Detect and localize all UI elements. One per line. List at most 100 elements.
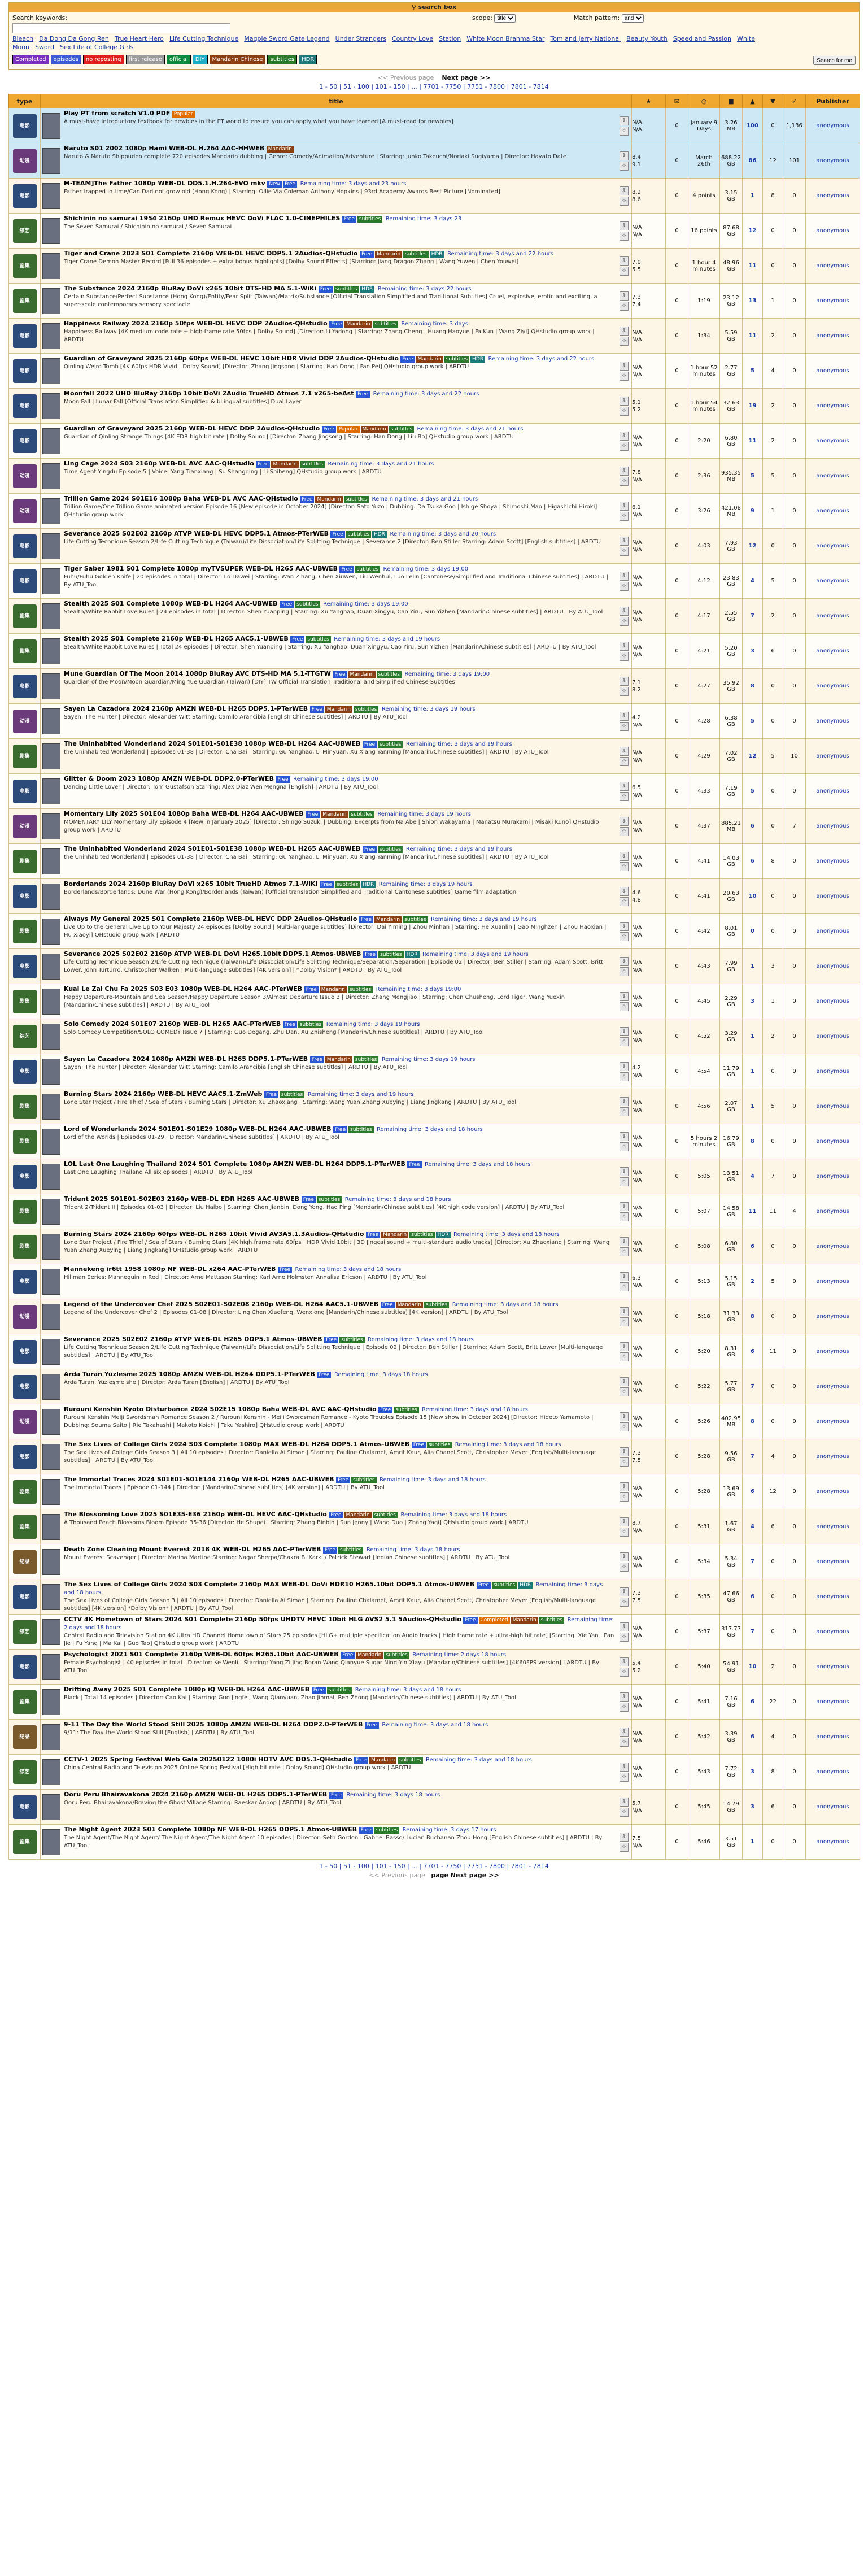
suggested-keyword-link[interactable]: Sword: [35, 43, 54, 51]
category-icon[interactable]: 动漫: [12, 464, 37, 488]
download-icon[interactable]: ⇩: [620, 676, 629, 686]
download-icon[interactable]: ⇩: [620, 641, 629, 651]
download-icon[interactable]: ⇩: [620, 1727, 629, 1737]
category-icon[interactable]: 电影: [12, 884, 37, 908]
comments-count[interactable]: 0: [665, 773, 688, 809]
torrent-title-link[interactable]: CCTV-1 2025 Spring Festival Web Gala 202…: [64, 1756, 352, 1763]
leechers-count[interactable]: 0: [762, 1544, 783, 1579]
suggested-keyword-link[interactable]: Da Dong Da Gong Ren: [39, 35, 109, 42]
bookmark-icon[interactable]: ☆: [620, 616, 629, 626]
seeders-count[interactable]: 3: [742, 984, 763, 1019]
torrent-title-link[interactable]: The Uninhabited Wonderland 2024 S01E01-S…: [64, 740, 360, 747]
category-icon[interactable]: 电影: [12, 1444, 37, 1469]
seeders-count[interactable]: 12: [742, 213, 763, 249]
torrent-title-link[interactable]: The Substance 2024 2160p BluRay DoVi x26…: [64, 285, 316, 292]
download-icon[interactable]: ⇩: [620, 361, 629, 371]
leechers-count[interactable]: 0: [762, 668, 783, 704]
bookmark-icon[interactable]: ☆: [620, 686, 629, 696]
download-icon[interactable]: ⇩: [620, 991, 629, 1001]
seeders-count[interactable]: 10: [742, 878, 763, 914]
download-icon[interactable]: ⇩: [620, 466, 629, 476]
download-icon[interactable]: ⇩: [620, 1061, 629, 1071]
seeders-count[interactable]: 8: [742, 1299, 763, 1334]
bookmark-icon[interactable]: ☆: [620, 161, 629, 171]
leechers-count[interactable]: 4: [762, 1719, 783, 1755]
download-icon[interactable]: ⇩: [620, 1307, 629, 1316]
next-page-link[interactable]: Next page >>: [442, 74, 490, 81]
download-icon[interactable]: ⇩: [620, 326, 629, 336]
download-icon[interactable]: ⇩: [620, 501, 629, 511]
torrent-title-link[interactable]: The Sex Lives of College Girls 2024 S03 …: [64, 1581, 474, 1588]
bookmark-icon[interactable]: ☆: [620, 721, 629, 731]
completed-count[interactable]: 0: [783, 178, 806, 214]
torrent-title-link[interactable]: Happiness Railway 2024 2160p 50fps WEB-D…: [64, 320, 328, 327]
bookmark-icon[interactable]: ☆: [620, 1492, 629, 1502]
leechers-count[interactable]: 12: [762, 1474, 783, 1509]
leechers-count[interactable]: 6: [762, 1509, 783, 1544]
bookmark-icon[interactable]: ☆: [620, 1142, 629, 1151]
torrent-title-link[interactable]: Stealth 2025 S01 Complete 2160p WEB-DL H…: [64, 635, 289, 642]
category-icon[interactable]: 电影: [12, 114, 37, 138]
seeders-count[interactable]: 1: [742, 178, 763, 214]
bookmark-icon[interactable]: ☆: [620, 1317, 629, 1326]
completed-count[interactable]: 0: [783, 213, 806, 249]
torrent-title-link[interactable]: Psychologist 2021 S01 Complete 2160p WEB…: [64, 1651, 339, 1658]
torrent-title-link[interactable]: 9-11 The Day the World Stood Still 2025 …: [64, 1721, 363, 1728]
category-icon[interactable]: 动漫: [12, 1409, 37, 1434]
comments-count[interactable]: 0: [665, 703, 688, 739]
download-icon[interactable]: ⇩: [620, 1377, 629, 1386]
completed-count[interactable]: 0: [783, 1789, 806, 1825]
category-icon[interactable]: 综艺: [12, 219, 37, 243]
torrent-title-link[interactable]: Rurouni Kenshin Kyoto Disturbance 2024 S…: [64, 1406, 377, 1413]
col-title[interactable]: title: [40, 94, 632, 108]
seeders-count[interactable]: 7: [742, 1439, 763, 1474]
completed-count[interactable]: 0: [783, 528, 806, 564]
completed-count[interactable]: 0: [783, 458, 806, 494]
torrent-title-link[interactable]: Play PT from scratch V1.0 PDF: [64, 110, 170, 117]
comments-count[interactable]: 0: [665, 1509, 688, 1544]
completed-count[interactable]: 1,136: [783, 108, 806, 143]
torrent-title-link[interactable]: M-TEAM]The Father 1080p WEB-DL DD5.1.H.2…: [64, 180, 265, 187]
download-icon[interactable]: ⇩: [620, 816, 629, 826]
comments-count[interactable]: 0: [665, 1264, 688, 1299]
torrent-title-link[interactable]: Lord of Wonderlands 2024 S01E01-S01E29 1…: [64, 1125, 332, 1133]
completed-count[interactable]: 0: [783, 1229, 806, 1264]
leechers-count[interactable]: 3: [762, 948, 783, 984]
comments-count[interactable]: 0: [665, 178, 688, 214]
comments-count[interactable]: 0: [665, 668, 688, 704]
leechers-count[interactable]: 22: [762, 1684, 783, 1720]
completed-count[interactable]: 0: [783, 1369, 806, 1404]
bookmark-icon[interactable]: ☆: [620, 1072, 629, 1081]
category-icon[interactable]: 电影: [12, 1655, 37, 1679]
category-icon[interactable]: 纪录: [12, 1550, 37, 1574]
leechers-count[interactable]: 8: [762, 1754, 783, 1790]
col-size[interactable]: ■: [719, 94, 743, 108]
torrent-title-link[interactable]: Ling Cage 2024 S03 2160p WEB-DL AVC AAC-…: [64, 460, 254, 467]
torrent-title-link[interactable]: Severance 2025 S02E02 2160p ATVP WEB-DL …: [64, 950, 361, 958]
download-icon[interactable]: ⇩: [620, 781, 629, 791]
suggested-keyword-link[interactable]: Country Love: [392, 35, 433, 42]
comments-count[interactable]: 0: [665, 1054, 688, 1089]
bookmark-icon[interactable]: ☆: [620, 1842, 629, 1852]
leechers-count[interactable]: 0: [762, 213, 783, 249]
seeders-count[interactable]: 6: [742, 843, 763, 879]
page-range-links-bottom[interactable]: 1 - 50 | 51 - 100 | 101 - 150 | ... | 77…: [319, 1863, 548, 1870]
category-icon[interactable]: 剧集: [12, 989, 37, 1013]
bookmark-icon[interactable]: ☆: [620, 1632, 629, 1642]
comments-count[interactable]: 0: [665, 458, 688, 494]
comments-count[interactable]: 0: [665, 1754, 688, 1790]
seeders-count[interactable]: 7: [742, 1544, 763, 1579]
leechers-count[interactable]: 0: [762, 878, 783, 914]
download-icon[interactable]: ⇩: [620, 1587, 629, 1596]
comments-count[interactable]: 0: [665, 493, 688, 529]
leechers-count[interactable]: 2: [762, 1019, 783, 1054]
torrent-title-link[interactable]: Arda Turan Yüzlesme 2025 1080p AMZN WEB-…: [64, 1370, 315, 1378]
seeders-count[interactable]: 5: [742, 353, 763, 389]
category-icon[interactable]: 剧集: [12, 1690, 37, 1714]
download-icon[interactable]: ⇩: [620, 921, 629, 931]
torrent-title-link[interactable]: Death Zone Cleaning Mount Everest 2018 4…: [64, 1546, 321, 1553]
completed-count[interactable]: 0: [783, 318, 806, 354]
bookmark-icon[interactable]: ☆: [620, 581, 629, 591]
torrent-title-link[interactable]: Solo Comedy 2024 S01E07 2160p WEB-DL H26…: [64, 1020, 281, 1028]
download-icon[interactable]: ⇩: [620, 1482, 629, 1491]
